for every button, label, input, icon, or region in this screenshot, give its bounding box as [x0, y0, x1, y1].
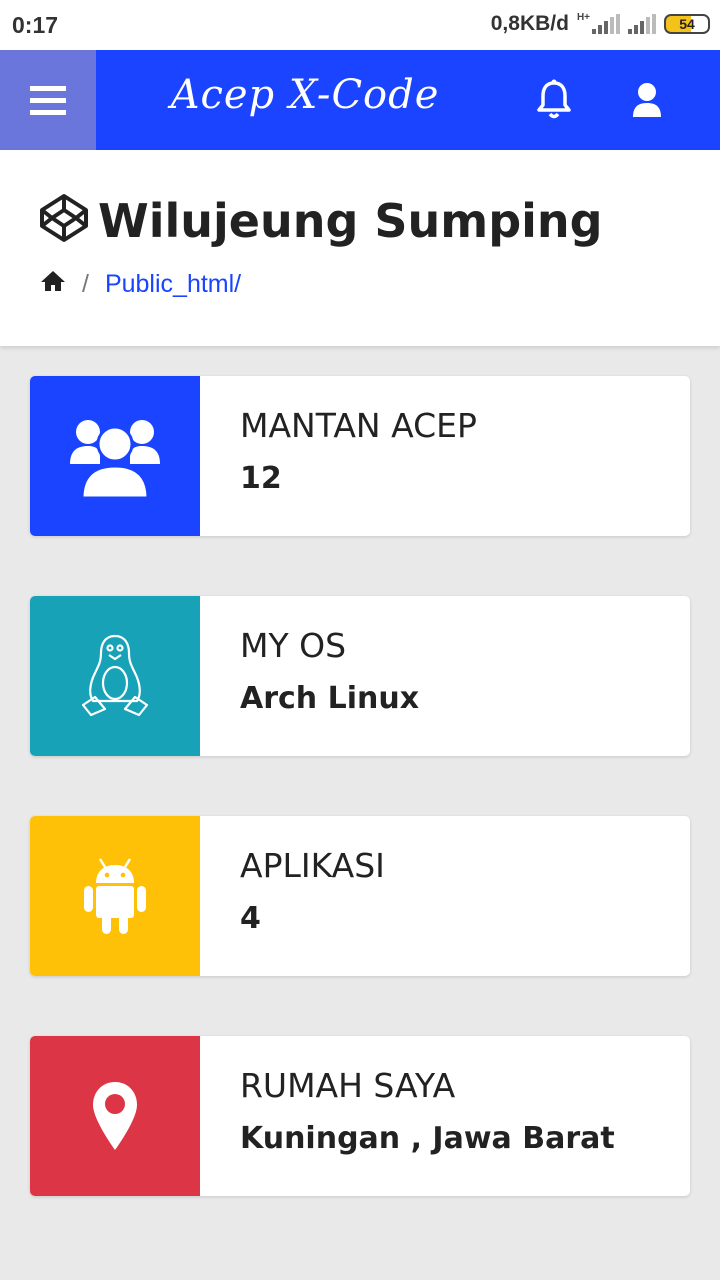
network-type: H+ [576, 12, 590, 23]
card-label: RUMAH SAYA [240, 1066, 456, 1105]
page-header: Wilujeung Sumping / Public_html/ [0, 150, 720, 346]
title-row: Wilujeung Sumping [38, 192, 603, 249]
bell-icon[interactable] [526, 72, 582, 128]
breadcrumb: / Public_html/ [40, 270, 241, 299]
card-text: MY OS Arch Linux [240, 626, 419, 716]
info-card-os[interactable]: MY OS Arch Linux [30, 596, 690, 756]
card-text: MANTAN ACEP 12 [240, 406, 477, 496]
status-time: 0:17 [12, 12, 59, 38]
linux-icon [30, 596, 200, 756]
navbar: Acep X-Code [0, 50, 720, 150]
card-label: MY OS [240, 626, 347, 665]
android-icon [30, 816, 200, 976]
status-indicators: 0,8KB/d H+ 54 [491, 12, 710, 36]
hamburger-icon-line [30, 109, 66, 115]
codepen-icon [38, 192, 90, 249]
signal-icon [592, 14, 620, 34]
battery-level: 54 [679, 16, 695, 32]
map-marker-icon [30, 1036, 200, 1196]
net-speed: 0,8KB/d [490, 12, 569, 35]
signal-icon [628, 14, 656, 34]
breadcrumb-separator: / [82, 270, 89, 298]
info-card-aplikasi[interactable]: APLIKASI 4 [30, 816, 690, 976]
card-label: MANTAN ACEP [240, 406, 477, 445]
menu-button[interactable] [0, 50, 96, 150]
users-icon [30, 376, 200, 536]
hamburger-icon-line [30, 85, 66, 91]
home-icon[interactable] [40, 270, 66, 299]
card-value: Arch Linux [240, 681, 420, 716]
hamburger-icon-line [30, 97, 66, 103]
card-text: APLIKASI 4 [240, 846, 385, 936]
info-card-mantan[interactable]: MANTAN ACEP 12 [30, 376, 690, 536]
card-value: 12 [240, 461, 282, 496]
card-value: 4 [240, 901, 261, 936]
info-card-rumah[interactable]: RUMAH SAYA Kuningan , Jawa Barat [30, 1036, 690, 1196]
card-value: Kuningan , Jawa Barat [240, 1121, 615, 1156]
card-text: RUMAH SAYA Kuningan , Jawa Barat [240, 1066, 615, 1156]
battery-icon: 54 [664, 14, 710, 34]
status-bar: 0:17 0,8KB/d H+ 54 [0, 0, 720, 50]
breadcrumb-path-link[interactable]: Public_html/ [105, 270, 241, 299]
page-title: Wilujeung Sumping [98, 193, 603, 248]
user-icon[interactable] [619, 72, 675, 128]
brand-title[interactable]: Acep X-Code [140, 72, 470, 118]
card-label: APLIKASI [240, 846, 385, 885]
